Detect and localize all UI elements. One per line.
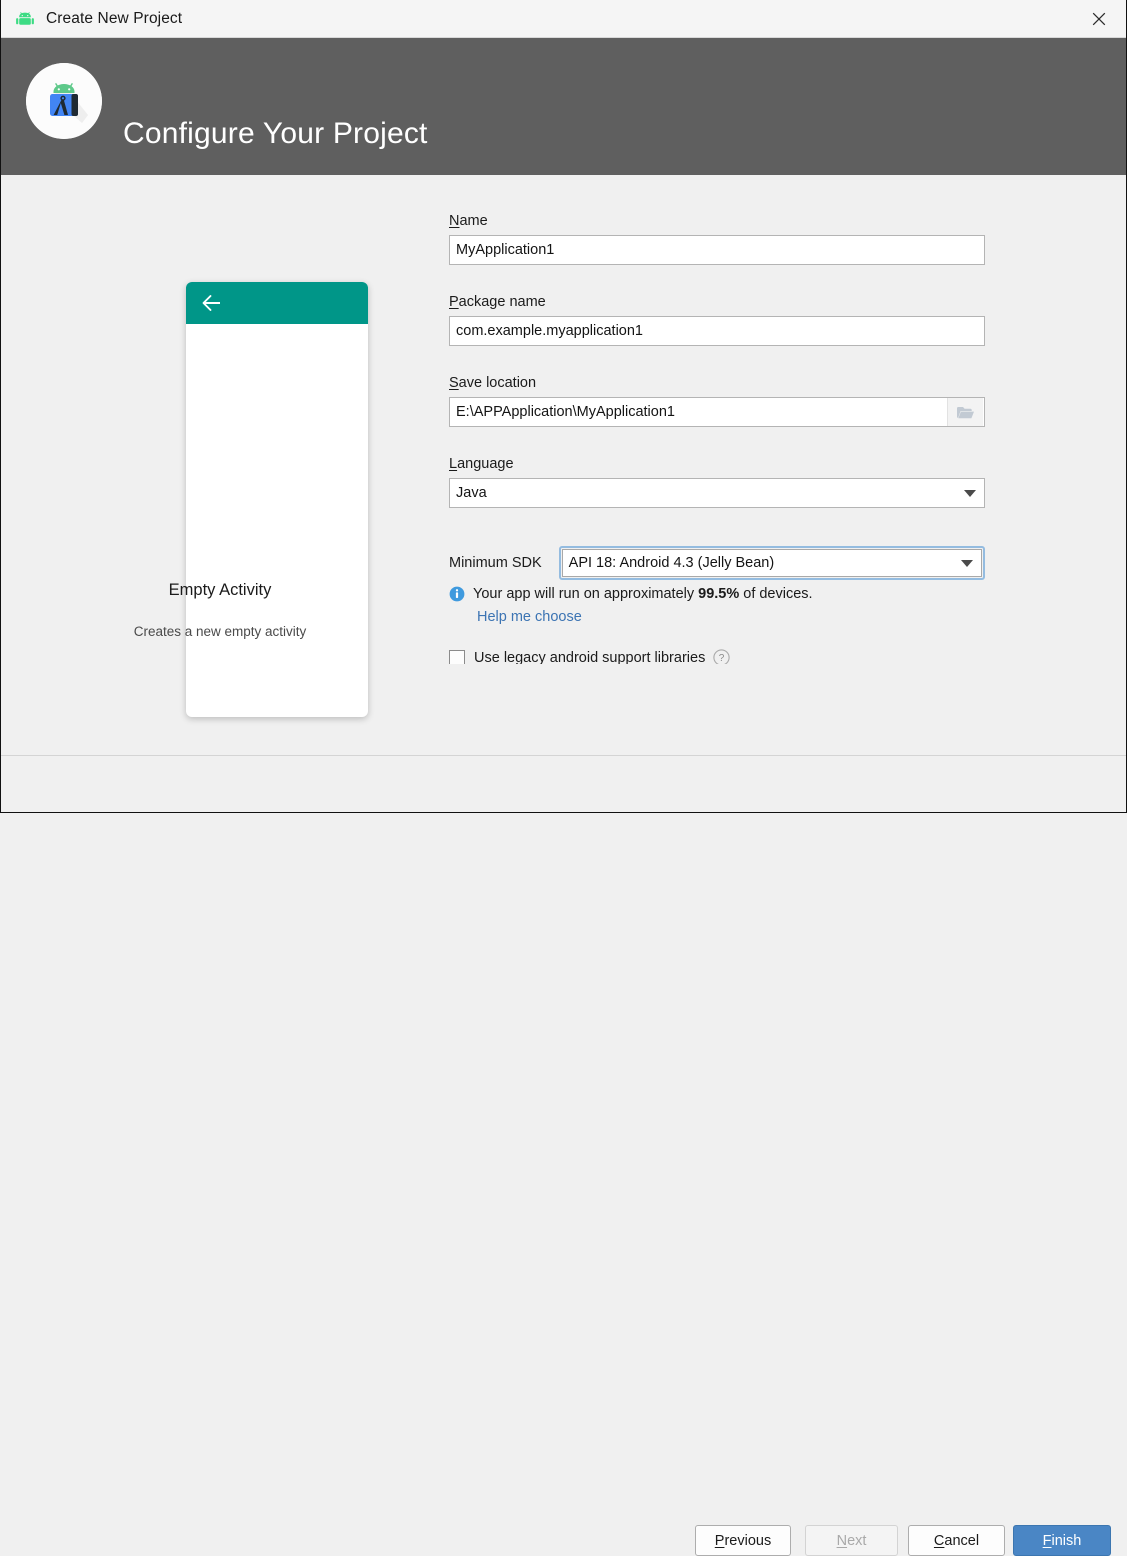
dialog-content: Empty Activity Creates a new empty activ… xyxy=(0,175,1127,755)
help-me-choose-link[interactable]: Help me choose xyxy=(477,609,582,625)
name-input-value: MyApplication1 xyxy=(456,242,555,258)
preview-appbar xyxy=(186,282,368,324)
field-group-package-name: Package name com.example.myapplication1 xyxy=(449,294,985,346)
minimum-sdk-label: Minimum SDK xyxy=(449,555,542,571)
chevron-down-icon xyxy=(964,489,976,497)
save-location-input[interactable]: E:\APPApplication\MyApplication1 xyxy=(449,397,985,427)
scroll-viewport-clip xyxy=(440,664,1090,734)
info-icon xyxy=(449,586,465,602)
arrow-left-icon xyxy=(201,293,223,313)
save-location-label: Save location xyxy=(449,375,537,391)
minimum-sdk-select-value: API 18: Android 4.3 (Jelly Bean) xyxy=(568,555,775,571)
folder-open-icon[interactable] xyxy=(947,398,983,426)
window-titlebar: Create New Project xyxy=(0,0,1127,38)
field-group-minimum-sdk: Minimum SDK API 18: Android 4.3 (Jelly B… xyxy=(449,546,985,580)
vertical-scrollbar[interactable] xyxy=(1079,175,1099,655)
template-description: Creates a new empty activity xyxy=(133,624,307,639)
language-label: Language xyxy=(449,456,514,472)
field-group-language: Language Java xyxy=(449,456,985,508)
package-name-input[interactable]: com.example.myapplication1 xyxy=(449,316,985,346)
dialog-footer: Previous Next Cancel Finish xyxy=(0,756,1127,1556)
package-name-label: Package name xyxy=(449,294,546,310)
name-input[interactable]: MyApplication1 xyxy=(449,235,985,265)
window-title: Create New Project xyxy=(46,9,183,27)
minimum-sdk-select[interactable]: API 18: Android 4.3 (Jelly Bean) xyxy=(561,549,982,577)
minimum-sdk-select-focusring: API 18: Android 4.3 (Jelly Bean) xyxy=(558,546,985,580)
language-select-value: Java xyxy=(456,485,487,501)
close-icon[interactable] xyxy=(1071,0,1127,37)
template-name: Empty Activity xyxy=(168,581,272,599)
template-preview-panel: Empty Activity Creates a new empty activ… xyxy=(0,175,440,717)
device-coverage-percent: 99.5% xyxy=(698,586,740,602)
android-robot-icon xyxy=(14,8,36,30)
dialog-header: Configure Your Project xyxy=(0,38,1127,175)
finish-button[interactable]: Finish xyxy=(1013,1525,1111,1556)
language-select[interactable]: Java xyxy=(449,478,985,508)
package-name-input-value: com.example.myapplication1 xyxy=(456,323,643,339)
save-location-input-value: E:\APPApplication\MyApplication1 xyxy=(456,404,675,420)
svg-text:?: ? xyxy=(719,653,725,664)
field-group-save-location: Save location E:\APPApplication\MyApplic… xyxy=(449,375,985,427)
field-group-name: Name MyApplication1 xyxy=(449,213,985,265)
name-label: Name xyxy=(449,213,488,229)
chevron-down-icon xyxy=(961,559,973,567)
cancel-button[interactable]: Cancel xyxy=(908,1525,1005,1556)
content-left-edge xyxy=(0,175,1,755)
device-coverage-info: Your app will run on approximately 99.5%… xyxy=(449,586,985,602)
device-coverage-text-after: of devices. xyxy=(743,586,813,602)
activity-preview-card xyxy=(186,282,368,717)
previous-button[interactable]: Previous xyxy=(695,1525,791,1556)
android-studio-logo xyxy=(26,63,102,139)
next-button: Next xyxy=(805,1525,898,1556)
device-coverage-text-before: Your app will run on approximately xyxy=(473,586,695,602)
page-title: Configure Your Project xyxy=(123,117,428,150)
